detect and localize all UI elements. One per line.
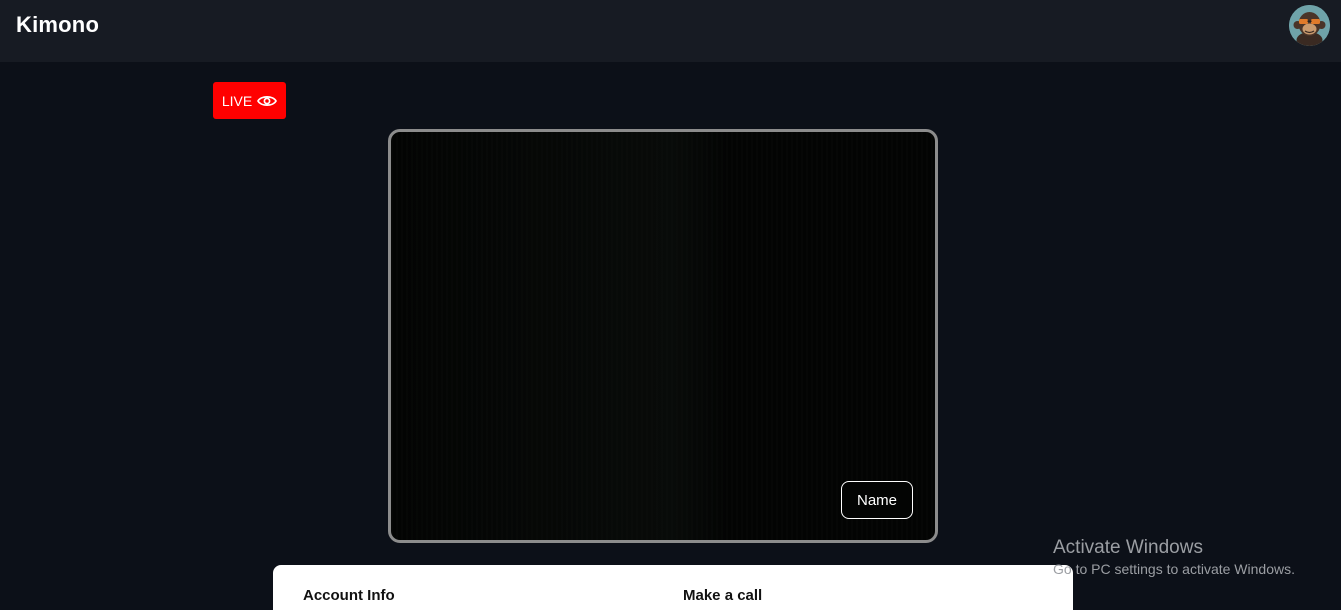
live-badge[interactable]: LIVE [213, 82, 286, 119]
watermark-subtitle: Go to PC settings to activate Windows. [1053, 561, 1295, 577]
activate-windows-watermark: Activate Windows Go to PC settings to ac… [1053, 537, 1295, 578]
info-panel: Account Info Make a call [273, 565, 1073, 610]
watermark-title: Activate Windows [1053, 537, 1203, 558]
top-bar: Kimono [0, 0, 1341, 62]
make-a-call-heading: Make a call [683, 587, 763, 604]
live-label: LIVE [221, 92, 253, 109]
brand-logo[interactable]: Kimono [16, 12, 99, 38]
account-info-heading: Account Info [303, 587, 395, 604]
user-avatar[interactable] [1289, 5, 1330, 46]
video-frame [391, 132, 935, 540]
monkey-avatar-icon [1289, 5, 1330, 46]
video-feed[interactable]: Name [388, 129, 938, 543]
participant-name-tag: Name [841, 481, 913, 519]
eye-icon [257, 95, 278, 106]
